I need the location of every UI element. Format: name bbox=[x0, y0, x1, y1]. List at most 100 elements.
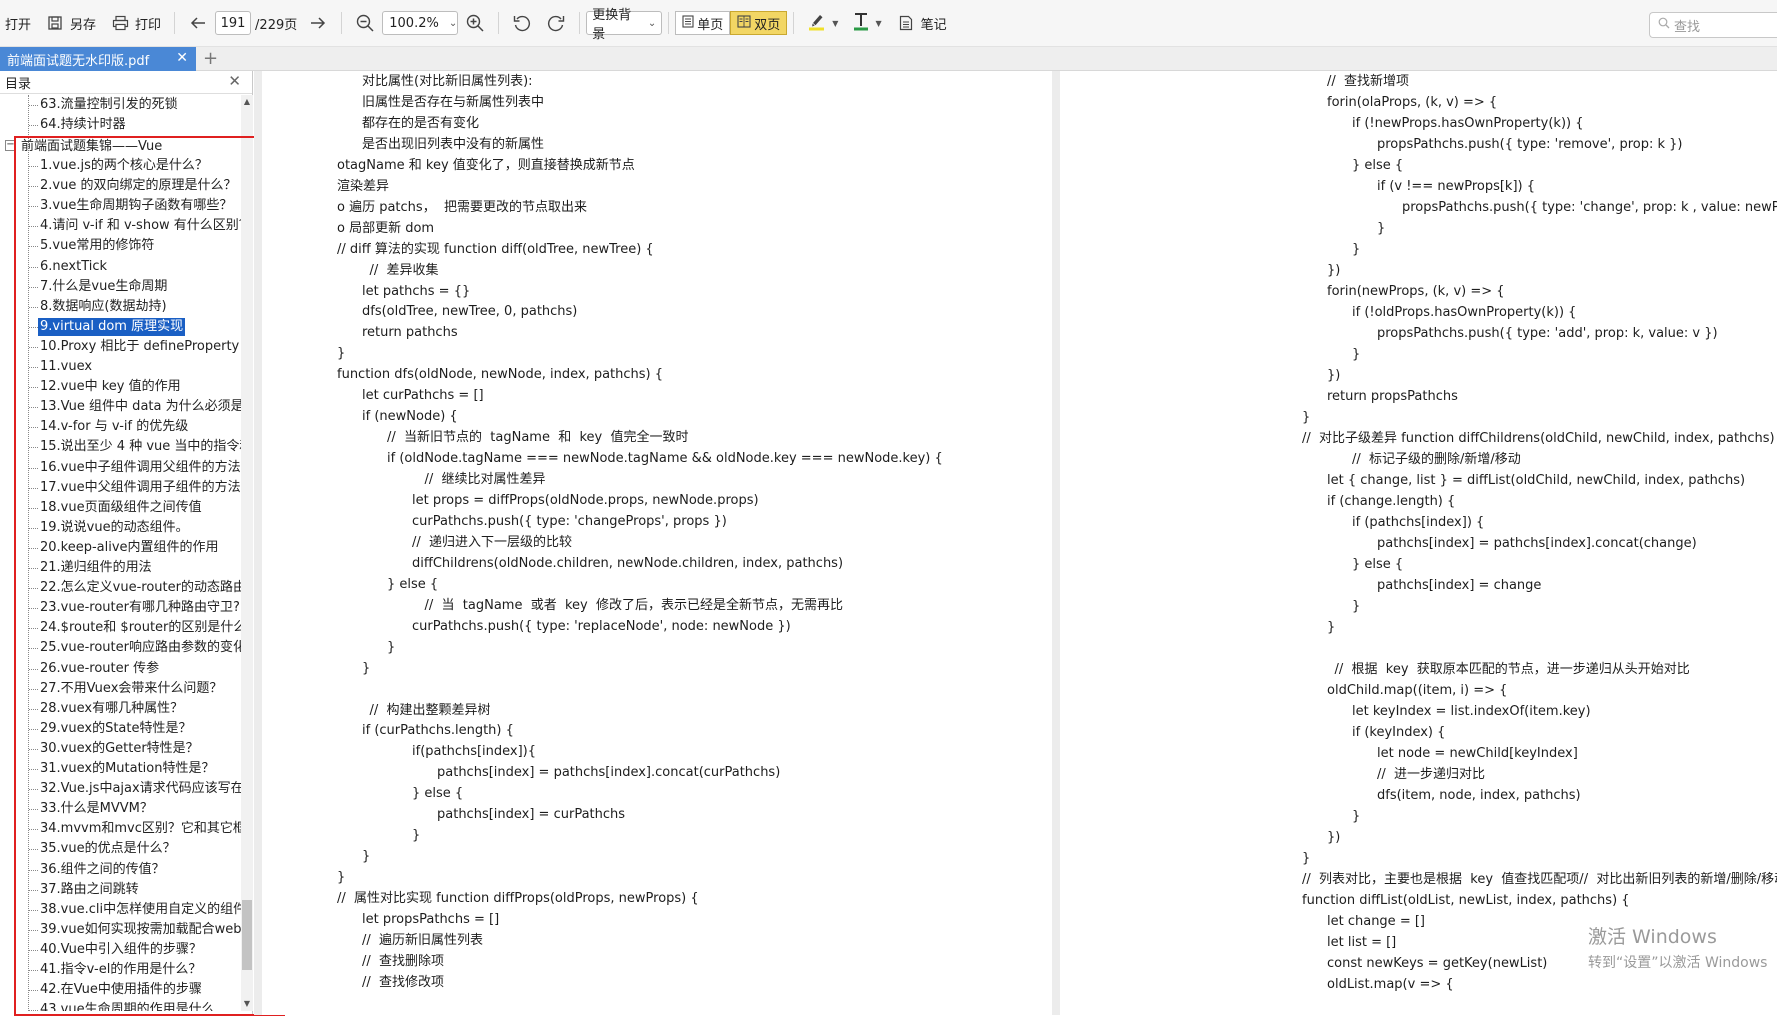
zoom-select[interactable]: 100.2% ⌄ bbox=[382, 11, 459, 35]
outline-root[interactable]: 前端面试题集锦——Vue bbox=[21, 135, 162, 154]
outline-item[interactable]: 64.持续计时器 bbox=[0, 115, 241, 135]
scrollbar-thumb[interactable] bbox=[242, 900, 252, 970]
scroll-up-icon[interactable]: ▲ bbox=[241, 95, 253, 109]
page-text-line: o 局部更新 dom bbox=[337, 220, 435, 236]
outline-item[interactable]: 15.说出至少 4 种 vue 当中的指令和它 bbox=[0, 437, 241, 457]
page-number-input[interactable]: 191 bbox=[215, 11, 252, 35]
page-text-line: forin(newProps, (k, v) => { bbox=[1327, 284, 1505, 299]
collapse-icon[interactable]: − bbox=[5, 140, 16, 151]
page-text-line: } bbox=[387, 639, 396, 655]
outline-item-label: 39.vue如何实现按需加载配合webpac bbox=[40, 921, 241, 937]
outline-item[interactable]: 28.vuex有哪几种属性？ bbox=[0, 699, 241, 719]
outline-item[interactable]: 27.不用Vuex会带来什么问题？ bbox=[0, 679, 241, 699]
tree-connector bbox=[29, 970, 38, 971]
outline-item-label: 31.vuex的Mutation特性是？ bbox=[40, 761, 215, 776]
outline-item[interactable]: 37.路由之间跳转 bbox=[0, 880, 241, 900]
zoom-in-button[interactable] bbox=[458, 8, 492, 38]
double-page-button[interactable]: 双页 bbox=[730, 11, 788, 35]
tree-connector bbox=[29, 929, 38, 931]
outline-item[interactable]: 9.virtual dom 原理实现 bbox=[0, 317, 241, 337]
next-page-button[interactable] bbox=[301, 8, 335, 38]
page-text-line: oldList.map(v => { bbox=[1327, 977, 1454, 992]
outline-item[interactable]: 4.请问 v-if 和 v-show 有什么区别？ bbox=[0, 216, 241, 236]
outline-item[interactable]: 22.怎么定义vue-router的动态路由？怎 bbox=[0, 578, 241, 598]
outline-item-label: 36.组件之间的传值？ bbox=[40, 861, 165, 877]
scroll-down-icon[interactable]: ▼ bbox=[241, 997, 253, 1011]
outline-item[interactable]: 19.说说vue的动态组件。 bbox=[0, 518, 241, 538]
outline-item[interactable]: 8.数据响应(数据劫持) bbox=[0, 297, 241, 317]
outline-item[interactable]: 24.$route和 $router的区别是什么？ bbox=[0, 618, 241, 638]
outline-item[interactable]: 23.vue-router有哪几种路由守卫? bbox=[0, 598, 241, 618]
outline-item[interactable]: 29.vuex的State特性是？ bbox=[0, 719, 241, 739]
outline-item[interactable]: 25.vue-router响应路由参数的变化 bbox=[0, 638, 241, 658]
tree-connector bbox=[29, 507, 38, 509]
outline-item[interactable]: 34.mvvm和mvc区别？它和其它框架 bbox=[0, 819, 241, 839]
outline-item[interactable]: 12.vue中 key 值的作用 bbox=[0, 377, 241, 397]
outline-item[interactable]: 32.Vue.js中ajax请求代码应该写在组件 bbox=[0, 779, 241, 799]
outline-item-label: 15.说出至少 4 种 vue 当中的指令和它 bbox=[40, 439, 241, 455]
outline-item[interactable]: 10.Proxy 相比于 defineProperty 的优 bbox=[0, 337, 241, 357]
outline-item[interactable]: 43.vue生命周期的作用是什么 bbox=[0, 1000, 241, 1011]
prev-page-button[interactable] bbox=[181, 8, 215, 38]
text-color-button[interactable]: ▼ bbox=[845, 8, 888, 38]
save-as-button[interactable]: 另存 bbox=[38, 8, 103, 38]
outline-item[interactable]: 33.什么是MVVM？ bbox=[0, 799, 241, 819]
outline-item[interactable]: 7.什么是vue生命周期 bbox=[0, 277, 241, 297]
search-input[interactable]: 查找 bbox=[1649, 12, 1777, 38]
page-text-line: } bbox=[412, 828, 421, 844]
tree-connector bbox=[29, 407, 38, 409]
outline-item[interactable]: 63.流量控制引发的死锁 bbox=[0, 95, 241, 115]
outline-item[interactable]: 3.vue生命周期钩子函数有哪些？ bbox=[0, 196, 241, 216]
toolbar-divider bbox=[579, 12, 581, 34]
page-text-line: otagName 和 key 值变化了，则直接替换成新节点 bbox=[337, 157, 635, 173]
outline-item[interactable]: 18.vue页面级组件之间传值 bbox=[0, 498, 241, 518]
outline-item[interactable]: 39.vue如何实现按需加载配合webpac bbox=[0, 920, 241, 940]
outline-item[interactable]: 30.vuex的Getter特性是？ bbox=[0, 739, 241, 759]
tree-connector bbox=[29, 769, 38, 770]
outline-item[interactable]: 1.vue.js的两个核心是什么？ bbox=[0, 156, 241, 176]
outline-item[interactable]: 42.在Vue中使用插件的步骤 bbox=[0, 980, 241, 1000]
outline-item[interactable]: 31.vuex的Mutation特性是？ bbox=[0, 759, 241, 779]
outline-item[interactable]: 41.指令v-el的作用是什么？ bbox=[0, 960, 241, 980]
outline-item[interactable]: 20.keep-alive内置组件的作用 bbox=[0, 538, 241, 558]
page-text-line: // 当 tagName 或者 key 修改了后，表示已经是全新节点，无需再比 bbox=[424, 597, 844, 613]
outline-item-label: 8.数据响应(数据劫持) bbox=[40, 298, 167, 314]
outline-item[interactable]: 13.Vue 组件中 data 为什么必须是函 bbox=[0, 397, 241, 417]
page-text-line: pathchs[index] = pathchs[index].concat(c… bbox=[1377, 536, 1697, 551]
close-icon[interactable]: ✕ bbox=[228, 72, 241, 90]
scrollbar-track[interactable] bbox=[241, 95, 253, 1011]
outline-item[interactable]: 36.组件之间的传值？ bbox=[0, 860, 241, 880]
search-placeholder: 查找 bbox=[1674, 19, 1701, 35]
page-text-line: // 属性对比实现 function diffProps(oldProps, n… bbox=[337, 891, 699, 907]
highlight-button[interactable]: ▼ bbox=[800, 8, 845, 38]
outline-item[interactable]: 11.vuex bbox=[0, 357, 241, 377]
outline-item[interactable]: 35.vue的优点是什么？ bbox=[0, 839, 241, 859]
outline-item[interactable]: 17.vue中父组件调用子组件的方法 bbox=[0, 478, 241, 498]
document-tab[interactable]: 前端面试题无水印版.pdf ✕ bbox=[0, 47, 196, 71]
open-button[interactable]: 打开 bbox=[0, 8, 38, 38]
outline-item[interactable]: 2.vue 的双向绑定的原理是什么？ bbox=[0, 176, 241, 196]
outline-item[interactable]: 38.vue.cli中怎样使用自定义的组件？有 bbox=[0, 900, 241, 920]
outline-item[interactable]: 5.vue常用的修饰符 bbox=[0, 236, 241, 256]
rotate-right-icon bbox=[546, 13, 566, 33]
page-text-line: } else { bbox=[1352, 557, 1404, 572]
outline-item[interactable]: 26.vue-router 传参 bbox=[0, 659, 241, 679]
outline-sidebar: 目录 ✕ − 前端面试题集锦——Vue 63.流量控制引发的死锁 64.持续计时器… bbox=[0, 71, 253, 1015]
outline-item[interactable]: 14.v-for 与 v-if 的优先级 bbox=[0, 417, 241, 437]
notes-button[interactable]: 笔记 bbox=[889, 8, 954, 38]
zoom-out-button[interactable] bbox=[348, 8, 382, 38]
single-page-button[interactable]: 单页 bbox=[675, 11, 731, 35]
outline-item[interactable]: 16.vue中子组件调用父组件的方法 bbox=[0, 458, 241, 478]
background-select[interactable]: 更换背景 ⌄ bbox=[586, 8, 663, 42]
rotate-right-button[interactable] bbox=[539, 8, 573, 38]
outline-item[interactable]: 6.nextTick bbox=[0, 257, 241, 277]
rotate-left-button[interactable] bbox=[505, 8, 539, 38]
print-button[interactable]: 打印 bbox=[103, 8, 168, 38]
chevron-down-icon: ▼ bbox=[875, 18, 882, 28]
close-icon[interactable]: ✕ bbox=[176, 50, 188, 66]
outline-item[interactable]: 21.递归组件的用法 bbox=[0, 558, 241, 578]
page-text-line: function diffList(oldList, newList, inde… bbox=[1302, 893, 1630, 908]
page-text-line: // 根据 key 获取原本匹配的节点，进一步递归从头开始对比 bbox=[1334, 662, 1690, 677]
outline-item[interactable]: 40.Vue中引入组件的步骤？ bbox=[0, 940, 241, 960]
add-tab-icon[interactable]: + bbox=[203, 48, 218, 69]
